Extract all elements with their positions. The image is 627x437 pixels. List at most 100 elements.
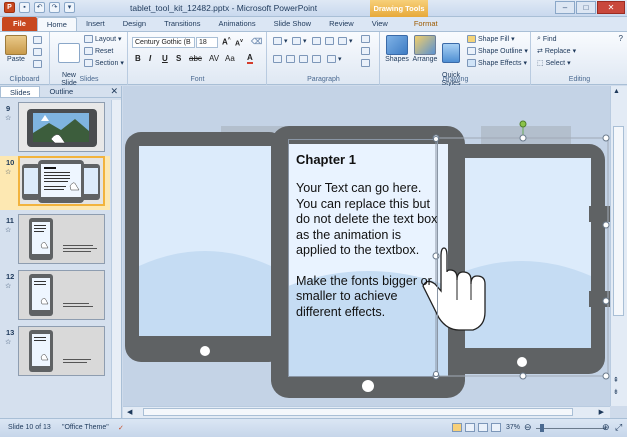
shapes-button[interactable]: Shapes: [384, 35, 410, 64]
drawing-label: Drawing: [442, 76, 469, 83]
scroll-right-icon[interactable]: ▶: [599, 408, 604, 416]
panel-scrollbar[interactable]: [111, 100, 121, 418]
tab-insert[interactable]: Insert: [77, 17, 114, 31]
align-text-button[interactable]: [361, 47, 370, 55]
prev-slide-icon[interactable]: ⇞: [613, 376, 619, 384]
next-slide-icon[interactable]: ⇟: [613, 388, 619, 396]
fit-to-window-icon[interactable]: ⤢: [615, 422, 622, 433]
zoom-slider[interactable]: [536, 428, 606, 429]
align-center-button[interactable]: [286, 55, 295, 63]
tab-view[interactable]: View: [363, 17, 397, 31]
thumb-9-art: [27, 109, 97, 147]
font-size-combo[interactable]: 18: [196, 37, 218, 48]
zoom-out-icon[interactable]: ⊖: [524, 422, 532, 433]
underline-button[interactable]: U: [162, 54, 168, 63]
grow-font-button[interactable]: A^: [222, 37, 231, 47]
increase-indent-button[interactable]: [325, 37, 334, 45]
zoom-slider-thumb[interactable]: [540, 424, 544, 432]
shape-fill-button[interactable]: Shape Fill ▾: [467, 35, 515, 43]
close-button[interactable]: ✕: [597, 1, 625, 14]
scroll-left-icon[interactable]: ◀: [127, 408, 132, 416]
animation-star-icon: ☆: [5, 169, 12, 176]
replace-button[interactable]: ⇄ Replace ▾: [537, 47, 576, 56]
numbering-button[interactable]: ▾: [292, 37, 307, 45]
line-spacing-button[interactable]: ▾: [338, 37, 353, 45]
spell-check-icon[interactable]: ✓: [118, 424, 124, 432]
shape-outline-button[interactable]: Shape Outline ▾: [467, 47, 528, 55]
reading-view-icon[interactable]: [478, 423, 488, 432]
format-painter-button[interactable]: [33, 60, 42, 68]
slide-thumbnail-13[interactable]: 13 ☆: [0, 326, 110, 382]
save-icon[interactable]: ▪: [19, 2, 30, 13]
copy-button[interactable]: [33, 48, 42, 56]
redo-icon[interactable]: ↷: [49, 2, 60, 13]
maximize-button[interactable]: □: [576, 1, 596, 14]
powerpoint-icon[interactable]: P: [4, 2, 15, 13]
vertical-scrollbar[interactable]: ▲ ⇞ ⇟: [610, 86, 627, 406]
scroll-thumb[interactable]: [613, 126, 624, 316]
new-slide-icon: [58, 43, 80, 63]
cut-button[interactable]: [33, 36, 42, 44]
smartart-button[interactable]: [361, 59, 370, 67]
section-button[interactable]: Section ▾: [84, 59, 124, 67]
paste-button[interactable]: Paste: [3, 35, 29, 64]
align-left-button[interactable]: [273, 55, 282, 63]
slide-sorter-icon[interactable]: [465, 423, 475, 432]
thumb-preview: [18, 326, 105, 376]
tab-design[interactable]: Design: [114, 17, 155, 31]
italic-button[interactable]: I: [149, 54, 151, 63]
decrease-indent-button[interactable]: [312, 37, 321, 45]
clear-format-icon[interactable]: ⌫: [251, 37, 262, 46]
animation-star-icon: ☆: [5, 115, 12, 122]
strikethrough-button[interactable]: abc: [189, 54, 202, 63]
layout-button[interactable]: Layout ▾: [84, 35, 122, 43]
slide-thumbnail-12[interactable]: 12 ☆: [0, 270, 110, 326]
binoculars-icon: ⌕: [537, 35, 541, 42]
shape-effects-button[interactable]: Shape Effects ▾: [467, 59, 527, 67]
tab-file[interactable]: File: [2, 17, 37, 31]
resize-handle[interactable]: [433, 136, 439, 142]
undo-icon[interactable]: ↶: [34, 2, 45, 13]
tab-format[interactable]: Format: [405, 17, 447, 31]
text-direction-button[interactable]: [361, 35, 370, 43]
h-scroll-thumb[interactable]: [143, 408, 573, 416]
tab-animations[interactable]: Animations: [209, 17, 264, 31]
slide-thumbnail-10[interactable]: 10 ☆: [0, 156, 110, 210]
tab-slides[interactable]: Slides: [0, 86, 41, 97]
arrange-button[interactable]: Arrange: [411, 35, 439, 64]
customize-qat-icon[interactable]: ▾: [64, 2, 75, 13]
scroll-up-icon[interactable]: ▲: [613, 88, 620, 95]
shape-fill-icon: [467, 35, 476, 43]
zoom-level[interactable]: 37%: [506, 424, 520, 431]
shadow-button[interactable]: S: [176, 54, 181, 63]
shrink-font-button[interactable]: Av: [235, 38, 243, 47]
tab-home[interactable]: Home: [36, 17, 77, 31]
change-case-button[interactable]: Aa: [225, 54, 235, 63]
slide-show-icon[interactable]: [491, 423, 501, 432]
horizontal-scrollbar[interactable]: ◀ ▶: [123, 406, 610, 418]
help-icon[interactable]: ?: [619, 34, 623, 43]
tab-outline[interactable]: Outline: [40, 86, 82, 97]
tab-transitions[interactable]: Transitions: [155, 17, 209, 31]
reset-button[interactable]: Reset: [84, 47, 113, 55]
zoom-in-icon[interactable]: ⊕: [602, 422, 610, 433]
resize-handle[interactable]: [433, 371, 439, 377]
bold-button[interactable]: B: [135, 54, 141, 63]
select-button[interactable]: ⬚ Select ▾: [537, 59, 571, 68]
bullets-button[interactable]: ▾: [273, 37, 288, 45]
tab-review[interactable]: Review: [320, 17, 363, 31]
justify-button[interactable]: [312, 55, 321, 63]
slide-thumbnail-11[interactable]: 11 ☆: [0, 214, 110, 270]
find-button[interactable]: ⌕ Find: [537, 35, 557, 43]
normal-view-icon[interactable]: [452, 423, 462, 432]
minimize-button[interactable]: –: [555, 1, 575, 14]
align-right-button[interactable]: [299, 55, 308, 63]
slide-thumbnail-9[interactable]: 9 ☆: [0, 102, 110, 158]
font-color-button[interactable]: A: [247, 53, 253, 64]
columns-button[interactable]: ▾: [327, 55, 342, 63]
close-pane-icon[interactable]: ✕: [110, 86, 118, 97]
spacing-button[interactable]: AV: [209, 54, 219, 63]
tab-slide-show[interactable]: Slide Show: [265, 17, 321, 31]
font-name-combo[interactable]: Century Gothic (B: [132, 37, 195, 48]
window-title: tablet_tool_kit_12482.pptx - Microsoft P…: [130, 3, 318, 13]
